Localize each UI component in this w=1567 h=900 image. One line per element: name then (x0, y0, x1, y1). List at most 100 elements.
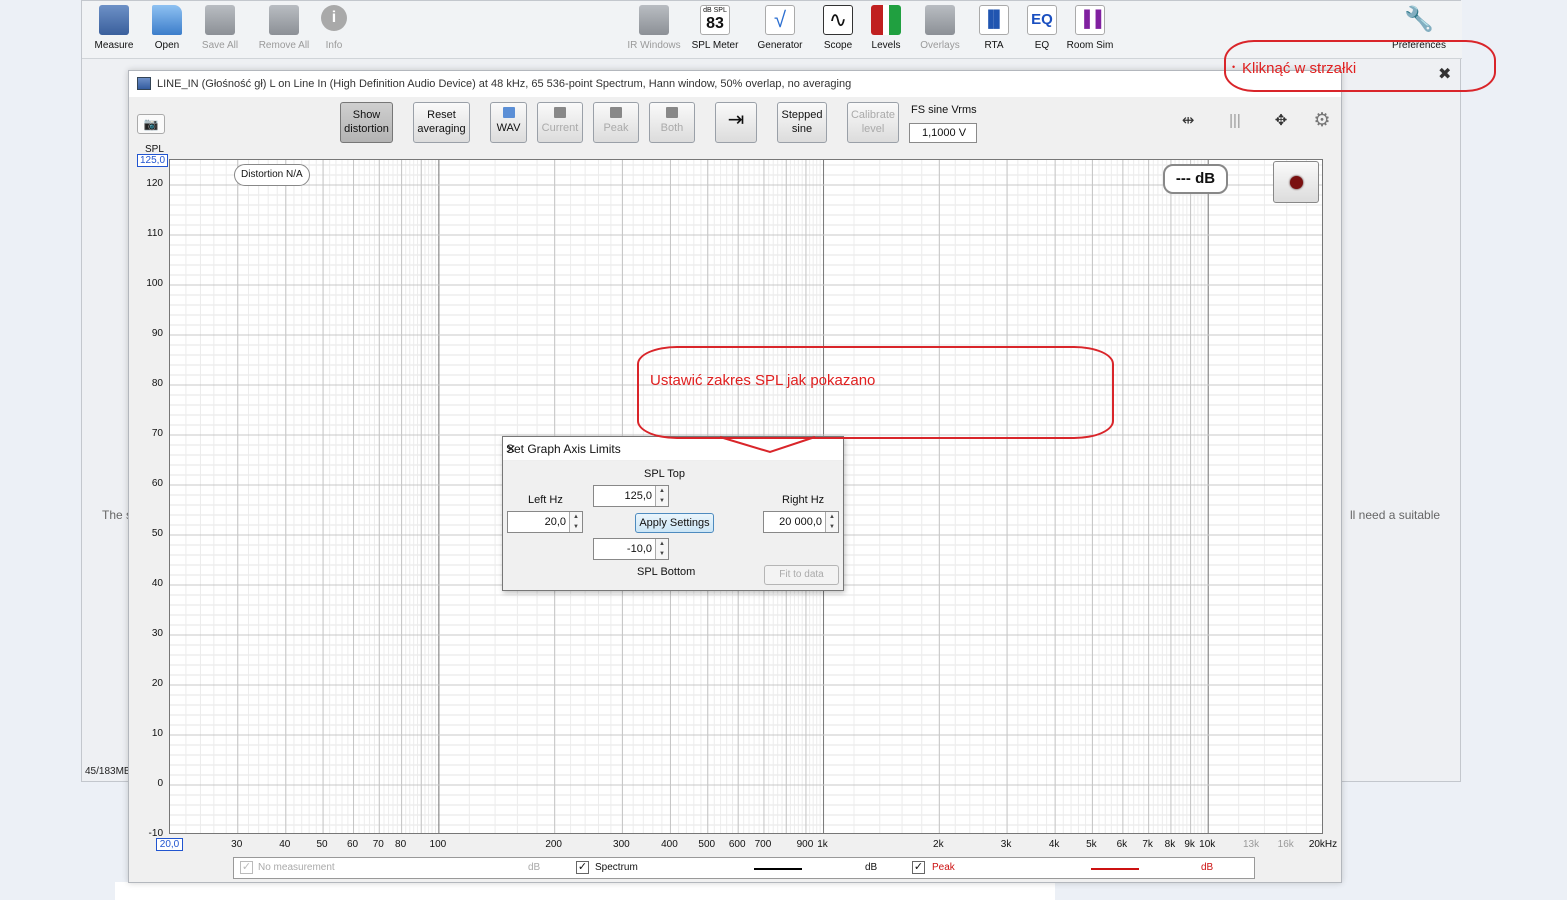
info-icon: i (321, 5, 347, 31)
generator-icon: √ (765, 5, 795, 35)
y-tick-label: 20 (151, 678, 163, 689)
right-hz-input[interactable]: 20 000,0 ▲ ▼ (763, 511, 839, 533)
peak-label: Peak (603, 122, 629, 134)
scope-icon: ∿ (823, 5, 853, 35)
left-hz-value: 20,0 (544, 516, 566, 528)
spl-top-value: 125,0 (624, 490, 652, 502)
wav-button[interactable]: WAV (490, 102, 527, 143)
save-both-button[interactable]: Both (649, 102, 695, 143)
right-hz-value: 20 000,0 (779, 516, 822, 528)
toolbar-info-button[interactable]: i Info (302, 3, 366, 55)
save-current-button[interactable]: Current (537, 102, 583, 143)
rta-title: LINE_IN (Głośność gł) L on Line In (High… (157, 78, 852, 90)
spl-top-limit[interactable]: 125,0 (137, 154, 168, 167)
spl-meter-icon: dB SPL 83 (700, 5, 730, 35)
spinner-icon[interactable]: ▲ ▼ (825, 512, 838, 532)
y-tick-label: 70 (151, 428, 163, 439)
y-tick-label: 10 (151, 728, 163, 739)
save-peak-button[interactable]: Peak (593, 102, 639, 143)
legend-peak: Peak (932, 862, 955, 873)
x-tick-label: 100 (429, 839, 447, 850)
fit-width-icon[interactable]: ⇹ (1169, 110, 1207, 132)
fs-sine-label: FS sine Vrms (911, 104, 977, 116)
export-icon[interactable]: ⇥ (715, 102, 757, 143)
spinner-icon[interactable]: ▲ ▼ (655, 539, 668, 559)
levels-icon (871, 5, 901, 35)
peak-checkbox[interactable]: ✓ (912, 861, 925, 874)
distortion-badge: Distortion N/A (234, 164, 310, 186)
app-icon (137, 77, 151, 90)
y-tick-label: 40 (151, 578, 163, 589)
apply-settings-button[interactable]: Apply Settings (635, 513, 714, 533)
eq-icon: EQ (1027, 5, 1057, 35)
calibrate-level-button[interactable]: Calibrate level (847, 102, 899, 143)
spl-top-input[interactable]: 125,0 ▲ ▼ (593, 485, 669, 507)
stepped-sine-button[interactable]: Stepped sine (777, 102, 827, 143)
axis-limits-dialog: Set Graph Axis Limits ✕ SPL Top Left Hz … (502, 436, 844, 591)
toolbar-room-sim-button[interactable]: ▐▐ Room Sim (1058, 3, 1122, 55)
folder-icon (152, 5, 182, 35)
y-tick-label: 120 (146, 178, 163, 189)
wav-icon (502, 107, 515, 118)
gear-icon[interactable]: ⚙ (1309, 110, 1335, 132)
columns-icon[interactable]: ||| (1217, 110, 1253, 132)
y-tick-label: 30 (151, 628, 163, 639)
room-sim-icon: ▐▐ (1075, 5, 1105, 35)
spectrum-checkbox[interactable]: ✓ (576, 861, 589, 874)
close-icon[interactable]: ✕ (506, 442, 516, 456)
x-tick-label: 80 (395, 839, 407, 850)
x-tick-label: 1k (817, 839, 828, 850)
record-icon (1290, 176, 1303, 189)
x-tick-label: 3k (1000, 839, 1012, 850)
legend-no-measurement: No measurement (258, 862, 335, 873)
remove-icon (269, 5, 299, 35)
hz-left-limit[interactable]: 20,0 (156, 838, 183, 851)
record-button[interactable] (1273, 161, 1319, 203)
legend-spectrum-line (754, 868, 802, 870)
memory-status: 45/183MB (85, 766, 131, 777)
left-hz-label: Left Hz (528, 494, 563, 506)
spl-bottom-value: -10,0 (626, 543, 652, 555)
y-tick-label: 50 (151, 528, 163, 539)
spl-bottom-input[interactable]: -10,0 ▲ ▼ (593, 538, 669, 560)
spinner-icon[interactable]: ▲ ▼ (655, 486, 668, 506)
disk-icon (610, 107, 622, 118)
spl-unit-label: dB SPL (703, 7, 727, 14)
fit-to-data-button[interactable]: Fit to data (764, 565, 839, 585)
y-tick-label: 80 (151, 378, 163, 389)
disk-icon (554, 107, 566, 118)
show-distortion-button[interactable]: Show distortion (340, 102, 393, 143)
fs-sine-field[interactable]: 1,1000 V (909, 123, 977, 143)
overlays-icon (925, 5, 955, 35)
db-readout: --- dB (1163, 164, 1228, 194)
y-tick-label: -10 (148, 828, 163, 839)
x-tick-label: 20kHz (1308, 839, 1338, 850)
spl-top-label: SPL Top (644, 468, 685, 480)
both-label: Both (660, 122, 684, 134)
axis-limits-arrows-icon[interactable]: ✥ (1263, 110, 1299, 132)
reset-averaging-button[interactable]: Reset averaging (413, 102, 470, 143)
legend-unit: dB (1201, 862, 1214, 873)
annotation-text-top: Kliknąć w strzałki (1242, 60, 1357, 77)
rta-icon: ▐▌ (979, 5, 1009, 35)
x-tick-label: 4k (1048, 839, 1060, 850)
wav-label: WAV (496, 122, 521, 134)
legend-peak-line (1091, 868, 1139, 870)
background-text-right: ll need a suitable (1350, 508, 1441, 522)
legend-unit: dB (865, 862, 878, 873)
toolbar-label: Room Sim (1066, 40, 1114, 51)
ir-windows-icon (639, 5, 669, 35)
left-hz-input[interactable]: 20,0 ▲ ▼ (507, 511, 583, 533)
save-icon (205, 5, 235, 35)
spl-readout: 83 (706, 15, 724, 32)
camera-icon[interactable]: 📷 (137, 114, 165, 134)
x-tick-label: 300 (613, 839, 630, 850)
no-measurement-checkbox[interactable]: ✓ (240, 861, 253, 874)
measure-icon (99, 5, 129, 35)
y-tick-label: 0 (157, 778, 163, 789)
toolbar-label: Info (325, 40, 343, 51)
spinner-icon[interactable]: ▲ ▼ (569, 512, 582, 532)
y-tick-label: 100 (146, 278, 163, 289)
disk-icon (666, 107, 678, 118)
x-tick-label: 200 (545, 839, 562, 850)
